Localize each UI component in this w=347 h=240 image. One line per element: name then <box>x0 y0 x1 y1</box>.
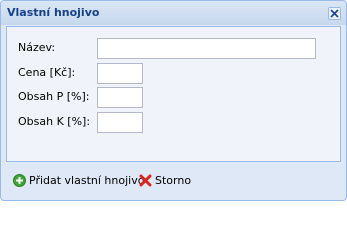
field-label-nazev: Název: <box>18 41 56 54</box>
dialog-window: Vlastní hnojivo Název: Cena [Kč]: Obsah … <box>0 0 347 201</box>
cancel-button[interactable]: Storno <box>139 173 191 189</box>
field-row-obsah-p: Obsah P [%]: <box>18 87 328 109</box>
field-row-nazev: Název: <box>18 38 328 60</box>
field-row-obsah-k: Obsah K [%]: <box>18 112 328 134</box>
button-bar: Přidat vlastní hnojivo Storno <box>6 169 342 193</box>
field-label-obsah-p: Obsah P [%]: <box>18 90 90 103</box>
cancel-label: Storno <box>155 174 192 187</box>
red-x-icon <box>139 174 152 187</box>
form-panel: Název: Cena [Kč]: Obsah P [%]: Obsah K [… <box>6 26 341 162</box>
add-fertilizer-button[interactable]: Přidat vlastní hnojivo <box>13 173 144 189</box>
close-icon <box>330 9 339 18</box>
field-label-cena: Cena [Kč]: <box>18 66 76 79</box>
cena-input[interactable] <box>97 63 143 84</box>
dialog-title: Vlastní hnojivo <box>7 6 100 19</box>
field-label-obsah-k: Obsah K [%]: <box>18 115 91 128</box>
nazev-input[interactable] <box>97 38 316 59</box>
field-row-cena: Cena [Kč]: <box>18 63 328 85</box>
add-fertilizer-label: Přidat vlastní hnojivo <box>29 174 145 187</box>
close-button[interactable] <box>328 7 341 20</box>
obsah-k-input[interactable] <box>97 112 143 133</box>
title-bar[interactable]: Vlastní hnojivo <box>1 1 346 25</box>
obsah-p-input[interactable] <box>97 87 143 108</box>
plus-circle-icon <box>13 174 26 187</box>
